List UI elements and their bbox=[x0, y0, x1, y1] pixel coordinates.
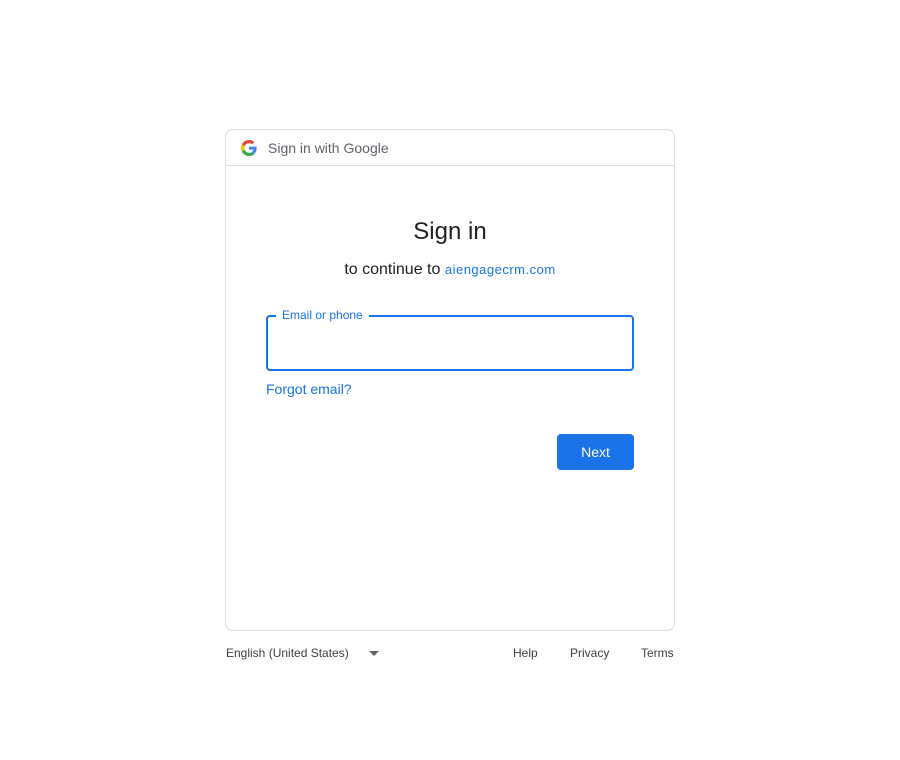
page-subtitle: to continue to aiengagecrm.com bbox=[226, 261, 674, 279]
footer: English (United States) Help Privacy Ter… bbox=[226, 646, 674, 664]
subtitle-domain-link[interactable]: aiengagecrm.com bbox=[445, 262, 556, 277]
email-input[interactable] bbox=[268, 317, 632, 369]
caret-down-icon bbox=[368, 650, 379, 656]
header-title: Sign in with Google bbox=[268, 139, 389, 156]
signin-card: Sign in with Google Sign in to continue … bbox=[225, 129, 675, 631]
help-link[interactable]: Help bbox=[513, 646, 538, 660]
language-label: English (United States) bbox=[226, 646, 349, 660]
page-title: Sign in bbox=[413, 218, 487, 245]
language-selector[interactable]: English (United States) bbox=[226, 646, 379, 660]
card-header: Sign in with Google bbox=[226, 130, 674, 166]
email-field[interactable]: Email or phone bbox=[266, 308, 634, 371]
privacy-link[interactable]: Privacy bbox=[570, 646, 609, 660]
subtitle-prefix: to continue to bbox=[344, 261, 441, 278]
next-button[interactable]: Next bbox=[557, 434, 634, 470]
terms-link[interactable]: Terms bbox=[641, 646, 674, 660]
forgot-email-link[interactable]: Forgot email? bbox=[266, 381, 352, 397]
google-g-icon bbox=[241, 139, 257, 156]
